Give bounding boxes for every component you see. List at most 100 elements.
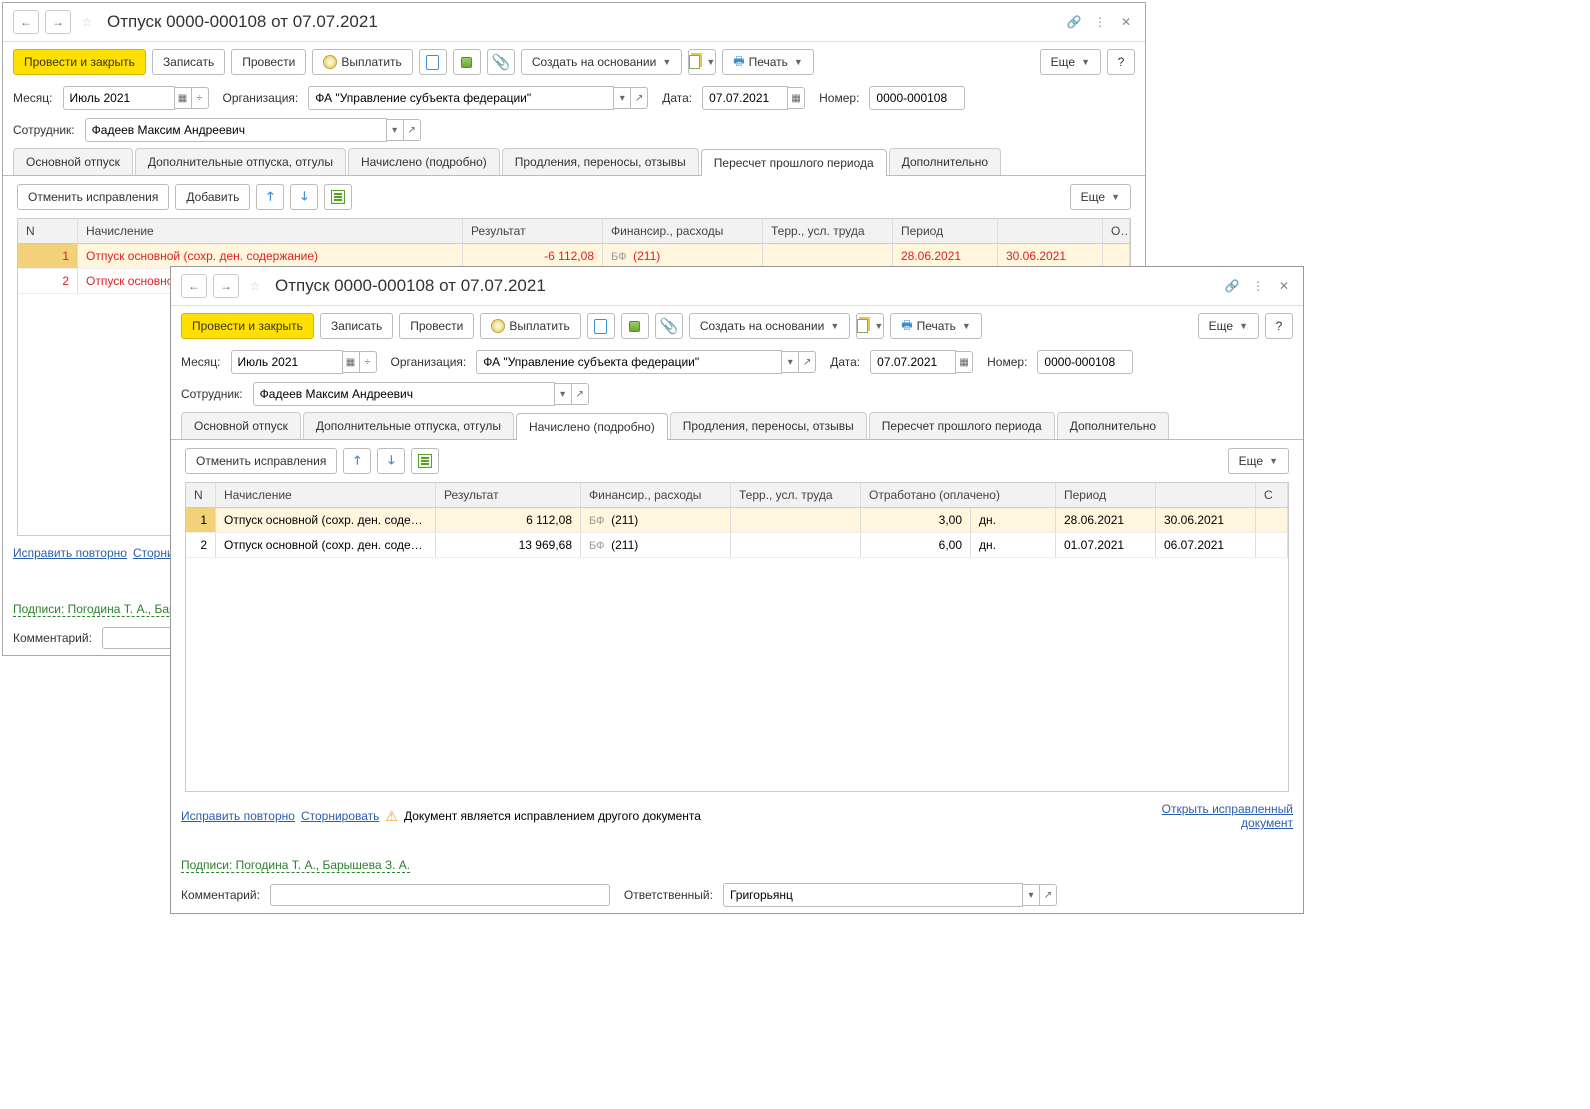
star-icon[interactable]: ☆ — [77, 12, 97, 32]
nav-forward-button[interactable]: → — [213, 274, 239, 298]
storno-link[interactable]: Сторнировать — [301, 809, 379, 823]
tab-extensions[interactable]: Продления, переносы, отзывы — [670, 412, 867, 439]
create-based-button[interactable]: Создать на основании▼ — [521, 49, 682, 75]
col-period2[interactable] — [1156, 483, 1256, 507]
employee-field[interactable] — [85, 118, 387, 142]
employee-open-button[interactable]: ↗ — [403, 119, 421, 141]
nav-back-button[interactable]: ← — [13, 10, 39, 34]
col-n[interactable]: N — [18, 219, 78, 243]
copy-button[interactable]: ▼ — [856, 313, 884, 339]
date-field[interactable] — [702, 86, 788, 110]
col-territory[interactable]: Терр., усл. труда — [763, 219, 893, 243]
col-finance[interactable]: Финансир., расходы — [603, 219, 763, 243]
print-button[interactable]: 🖶Печать▼ — [890, 313, 982, 339]
employee-dropdown-button[interactable]: ▾ — [386, 119, 404, 141]
tab-extra-leave[interactable]: Дополнительные отпуска, отгулы — [135, 148, 346, 175]
col-period[interactable]: Период — [893, 219, 998, 243]
sheet-button[interactable] — [324, 184, 352, 210]
org-dropdown-button[interactable]: ▾ — [613, 87, 631, 109]
grid-more-button[interactable]: Еще▼ — [1228, 448, 1289, 474]
help-button[interactable]: ? — [1107, 49, 1135, 75]
fix-again-link[interactable]: Исправить повторно — [13, 546, 127, 560]
org-dropdown-button[interactable]: ▾ — [781, 351, 799, 373]
create-based-button[interactable]: Создать на основании▼ — [689, 313, 850, 339]
kebab-icon[interactable]: ⋮ — [1249, 277, 1267, 295]
col-territory[interactable]: Терр., усл. труда — [731, 483, 861, 507]
number-field[interactable] — [869, 86, 965, 110]
org-field[interactable] — [476, 350, 782, 374]
month-field[interactable] — [63, 86, 175, 110]
form-button[interactable] — [587, 313, 615, 339]
link-icon[interactable]: 🔗 — [1223, 277, 1241, 295]
comment-field[interactable] — [270, 884, 610, 906]
col-s[interactable]: С — [1256, 483, 1288, 507]
date-picker-button[interactable]: ▦ — [787, 87, 805, 109]
tab-recalc[interactable]: Пересчет прошлого периода — [869, 412, 1055, 439]
col-worked[interactable]: Отработано (оплачено) — [861, 483, 1056, 507]
col-period2[interactable] — [998, 219, 1103, 243]
tab-extensions[interactable]: Продления, переносы, отзывы — [502, 148, 699, 175]
more-button[interactable]: Еще▼ — [1198, 313, 1259, 339]
signatures-link[interactable]: Подписи: Погодина Т. А., Бары — [13, 602, 184, 617]
tab-main-leave[interactable]: Основной отпуск — [13, 148, 133, 175]
tab-additional[interactable]: Дополнительно — [1057, 412, 1169, 439]
col-finance[interactable]: Финансир., расходы — [581, 483, 731, 507]
month-stepper-button[interactable]: ÷ — [191, 87, 209, 109]
month-picker-button[interactable]: ▦ — [342, 351, 360, 373]
responsible-field[interactable] — [723, 883, 1023, 907]
pay-button[interactable]: Выплатить — [480, 313, 581, 339]
save-button[interactable]: Записать — [152, 49, 225, 75]
action-green-button[interactable] — [621, 313, 649, 339]
col-other[interactable]: О... — [1103, 219, 1130, 243]
add-button[interactable]: Добавить — [175, 184, 250, 210]
save-button[interactable]: Записать — [320, 313, 393, 339]
grid-row[interactable]: 1 Отпуск основной (сохр. ден. содержание… — [186, 508, 1288, 533]
col-accrual[interactable]: Начисление — [78, 219, 463, 243]
pay-button[interactable]: Выплатить — [312, 49, 413, 75]
employee-field[interactable] — [253, 382, 555, 406]
kebab-icon[interactable]: ⋮ — [1091, 13, 1109, 31]
move-up-button[interactable]: 🡑 — [256, 184, 284, 210]
month-field[interactable] — [231, 350, 343, 374]
star-icon[interactable]: ☆ — [245, 276, 265, 296]
action-green-button[interactable] — [453, 49, 481, 75]
employee-dropdown-button[interactable]: ▾ — [554, 383, 572, 405]
col-result[interactable]: Результат — [436, 483, 581, 507]
org-open-button[interactable]: ↗ — [630, 87, 648, 109]
month-picker-button[interactable]: ▦ — [174, 87, 192, 109]
tab-recalc[interactable]: Пересчет прошлого периода — [701, 149, 887, 176]
close-icon[interactable]: ✕ — [1275, 277, 1293, 295]
col-period[interactable]: Период — [1056, 483, 1156, 507]
grid-row[interactable]: 2 Отпуск основной (сохр. ден. содержание… — [186, 533, 1288, 558]
col-n[interactable]: N — [186, 483, 216, 507]
sheet-button[interactable] — [411, 448, 439, 474]
org-open-button[interactable]: ↗ — [798, 351, 816, 373]
grid-more-button[interactable]: Еще▼ — [1070, 184, 1131, 210]
link-icon[interactable]: 🔗 — [1065, 13, 1083, 31]
col-accrual[interactable]: Начисление — [216, 483, 436, 507]
date-field[interactable] — [870, 350, 956, 374]
tab-extra-leave[interactable]: Дополнительные отпуска, отгулы — [303, 412, 514, 439]
tab-additional[interactable]: Дополнительно — [889, 148, 1001, 175]
help-button[interactable]: ? — [1265, 313, 1293, 339]
responsible-open-button[interactable]: ↗ — [1039, 884, 1057, 906]
move-down-button[interactable]: 🡓 — [377, 448, 405, 474]
responsible-dropdown-button[interactable]: ▾ — [1022, 884, 1040, 906]
cancel-corrections-button[interactable]: Отменить исправления — [17, 184, 169, 210]
employee-open-button[interactable]: ↗ — [571, 383, 589, 405]
col-result[interactable]: Результат — [463, 219, 603, 243]
post-button[interactable]: Провести — [231, 49, 306, 75]
form-button[interactable] — [419, 49, 447, 75]
post-button[interactable]: Провести — [399, 313, 474, 339]
tab-main-leave[interactable]: Основной отпуск — [181, 412, 301, 439]
fix-again-link[interactable]: Исправить повторно — [181, 809, 295, 823]
move-up-button[interactable]: 🡑 — [343, 448, 371, 474]
post-and-close-button[interactable]: Провести и закрыть — [181, 313, 314, 339]
tab-accrued[interactable]: Начислено (подробно) — [516, 413, 668, 440]
post-and-close-button[interactable]: Провести и закрыть — [13, 49, 146, 75]
attach-button[interactable]: 📎 — [487, 49, 515, 75]
number-field[interactable] — [1037, 350, 1133, 374]
cancel-corrections-button[interactable]: Отменить исправления — [185, 448, 337, 474]
close-icon[interactable]: ✕ — [1117, 13, 1135, 31]
copy-button[interactable]: ▼ — [688, 49, 716, 75]
